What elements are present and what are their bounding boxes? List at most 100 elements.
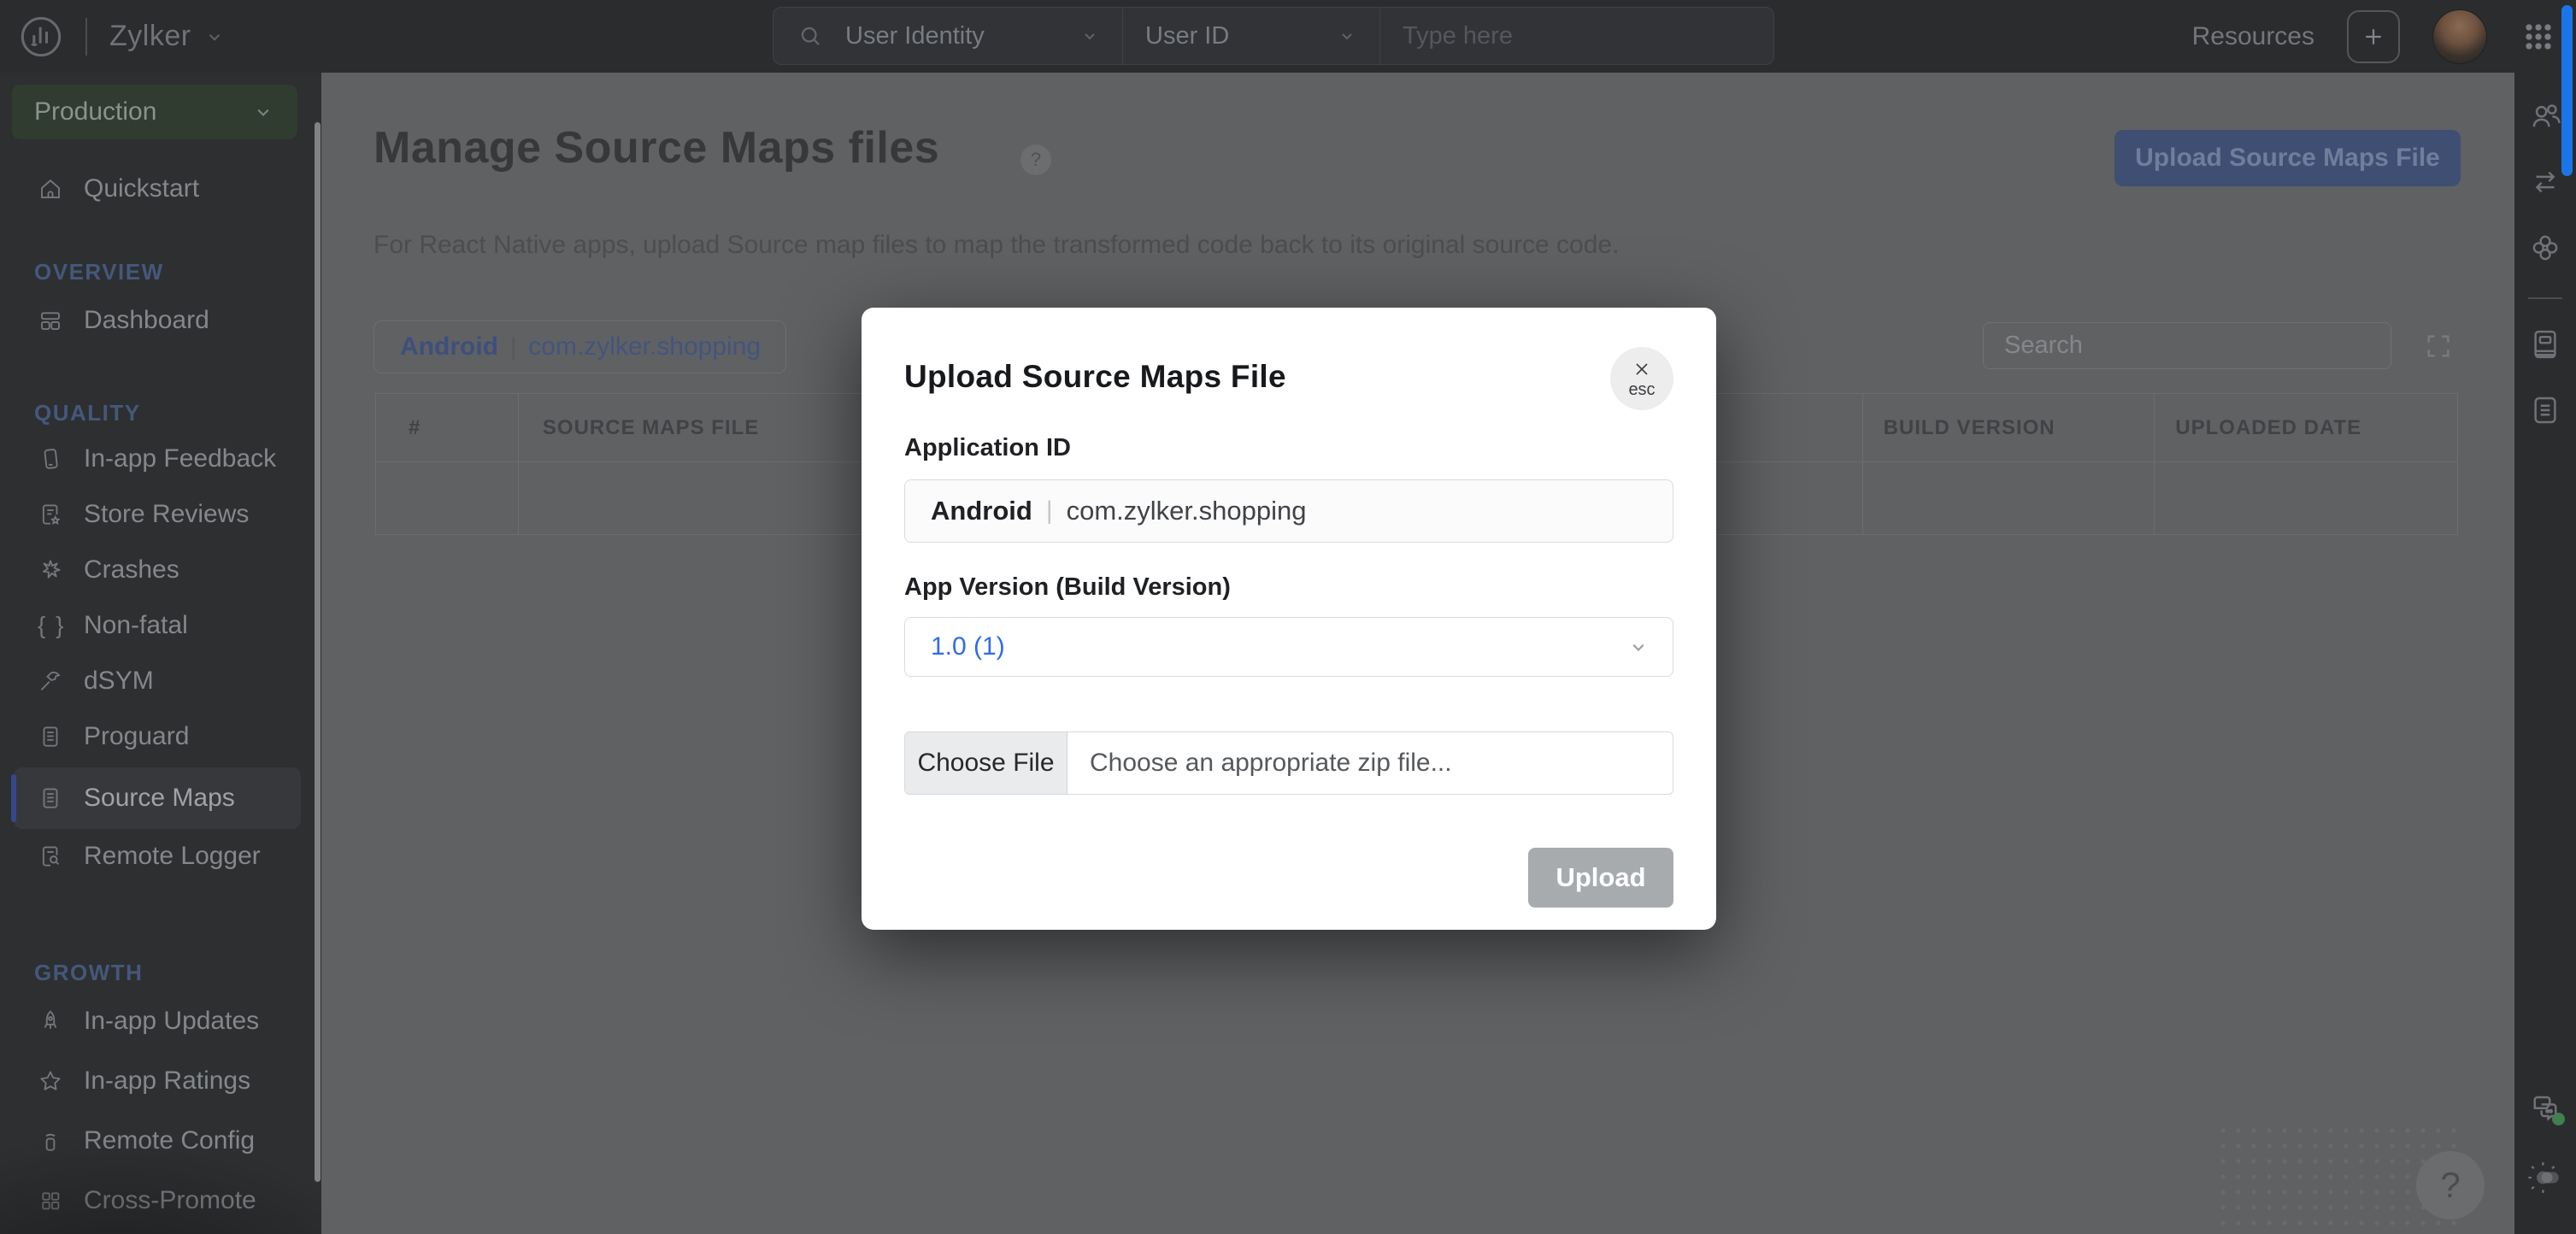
chevron-down-icon <box>1337 26 1357 46</box>
clover-icon <box>2527 230 2563 266</box>
sidebar-item-label: dSYM <box>84 667 154 696</box>
rail-transfer-button[interactable] <box>2527 164 2563 203</box>
page-scrollbar-thumb[interactable] <box>2561 5 2573 176</box>
sidebar-item-proguard[interactable]: Proguard <box>0 713 321 761</box>
tab-separator: | <box>510 333 516 361</box>
sidebar-item-label: Source Maps <box>84 784 235 813</box>
sidebar-item-dsym[interactable]: dSYM <box>0 657 321 705</box>
phone-feedback-icon <box>38 446 63 472</box>
add-button[interactable] <box>2347 10 2400 63</box>
apps-grid-icon[interactable] <box>2520 18 2557 56</box>
rail-integrations-button[interactable] <box>2527 230 2563 268</box>
app-root: Zylker User Identity User ID Resources <box>0 0 2576 1234</box>
sidebar-item-remote-logger[interactable]: Remote Logger <box>0 832 321 880</box>
sidebar-item-label: Remote Logger <box>84 842 261 871</box>
application-platform: Android <box>931 496 1032 526</box>
resources-menu[interactable]: Resources <box>2192 22 2314 51</box>
table-search-input[interactable] <box>1983 322 2391 369</box>
sidebar-item-inapp-feedback[interactable]: In-app Feedback <box>0 435 321 483</box>
dictionary-icon <box>2527 326 2563 362</box>
global-search-bar: User Identity User ID <box>773 7 1774 65</box>
project-switcher[interactable]: Zylker <box>109 20 226 53</box>
rail-glossary-button[interactable] <box>2527 326 2563 365</box>
choose-file-button[interactable]: Choose File <box>905 732 1067 794</box>
document-search-icon <box>38 843 63 869</box>
app-version-select[interactable]: 1.0 (1) <box>904 617 1673 677</box>
environment-selector[interactable]: Production <box>12 85 297 139</box>
file-placeholder: Choose an appropriate zip file... <box>1067 749 1452 778</box>
sidebar-item-crashes[interactable]: Crashes <box>0 546 321 594</box>
sidebar-item-label: In-app Feedback <box>84 444 276 473</box>
sidebar-item-store-reviews[interactable]: Store Reviews <box>0 491 321 538</box>
notification-dot <box>2552 1113 2565 1125</box>
sidebar-scrollbar[interactable] <box>315 122 321 1182</box>
fullscreen-icon <box>2424 332 2453 361</box>
search-field-value: User ID <box>1145 22 1229 50</box>
document-lines-icon <box>38 785 63 811</box>
column-header-build-version: BUILD VERSION <box>1863 394 2155 461</box>
topbar: Zylker User Identity User ID Resources <box>0 0 2576 73</box>
sidebar-item-quickstart[interactable]: Quickstart <box>0 165 321 213</box>
chevron-down-icon <box>1079 26 1100 46</box>
search-category-value: User Identity <box>845 22 985 50</box>
tab-app-id: com.zylker.shopping <box>528 332 761 361</box>
upload-source-maps-button[interactable]: Upload Source Maps File <box>2114 130 2461 186</box>
column-header-uploaded-date: UPLOADED DATE <box>2155 394 2457 461</box>
chevron-down-icon <box>251 100 275 124</box>
chevron-down-icon <box>1626 635 1650 659</box>
section-growth: GROWTH <box>34 960 143 986</box>
rail-divider <box>2528 297 2562 299</box>
apptics-logo-icon[interactable] <box>19 15 63 59</box>
search-category-dropdown[interactable]: User Identity <box>823 8 1122 64</box>
help-button[interactable]: ? <box>2416 1151 2485 1219</box>
section-overview: OVERVIEW <box>34 259 164 285</box>
sidebar-item-label: Quickstart <box>84 174 199 203</box>
search-field-dropdown[interactable]: User ID <box>1123 8 1379 64</box>
upload-modal: Upload Source Maps File esc Application … <box>862 308 1716 930</box>
modal-footer: Upload <box>904 848 1673 908</box>
braces-icon: { } <box>38 612 63 639</box>
close-icon <box>1632 359 1652 379</box>
document-star-icon <box>38 502 63 527</box>
sidebar: Production Quickstart OVERVIEW Dashboard… <box>0 73 321 1234</box>
sidebar-item-label: Non-fatal <box>84 611 188 640</box>
application-id-field[interactable]: Android | com.zylker.shopping <box>904 479 1673 543</box>
sidebar-item-label: In-app Ratings <box>84 1067 250 1096</box>
star-icon <box>38 1068 63 1094</box>
theme-toggle-button[interactable] <box>2527 1160 2563 1198</box>
chevron-down-icon <box>203 26 226 48</box>
search-input[interactable] <box>1380 8 1773 64</box>
app-version-value: 1.0 (1) <box>931 632 1005 661</box>
theme-toggle-icon <box>2527 1160 2563 1196</box>
tab-android-app[interactable]: Android | com.zylker.shopping <box>373 320 786 373</box>
esc-label: esc <box>1628 381 1655 398</box>
brand-group: Zylker <box>19 0 226 73</box>
dashboard-icon <box>38 308 63 333</box>
topbar-right: Resources <box>2192 0 2557 73</box>
document-icon <box>2527 392 2563 428</box>
sidebar-item-inapp-ratings[interactable]: In-app Ratings <box>0 1057 321 1105</box>
application-id-value: com.zylker.shopping <box>1067 496 1307 526</box>
sidebar-item-source-maps[interactable]: Source Maps <box>0 774 321 822</box>
environment-value: Production <box>34 97 156 126</box>
rail-docs-button[interactable] <box>2527 392 2563 431</box>
modal-close-button[interactable]: esc <box>1610 347 1673 410</box>
tab-platform-label: Android <box>400 332 498 361</box>
sidebar-item-inapp-updates[interactable]: In-app Updates <box>0 997 321 1045</box>
rail-feedback-button[interactable] <box>2527 1089 2563 1127</box>
upload-submit-button[interactable]: Upload <box>1528 848 1673 908</box>
rail-users-button[interactable] <box>2527 98 2563 137</box>
title-help-badge[interactable]: ? <box>1020 144 1051 175</box>
application-id-label: Application ID <box>904 434 1673 462</box>
swap-arrows-icon <box>2527 164 2563 200</box>
sidebar-corner-decoration <box>0 1131 321 1234</box>
sidebar-item-label: Store Reviews <box>84 500 249 529</box>
brand-divider <box>85 18 87 56</box>
right-rail <box>2514 73 2576 1234</box>
fullscreen-button[interactable] <box>2424 332 2453 361</box>
user-avatar[interactable] <box>2432 9 2487 64</box>
sidebar-item-dashboard[interactable]: Dashboard <box>0 297 321 344</box>
column-header-index: # <box>376 394 519 461</box>
sidebar-item-label: In-app Updates <box>84 1007 259 1036</box>
sidebar-item-non-fatal[interactable]: { } Non-fatal <box>0 602 321 649</box>
